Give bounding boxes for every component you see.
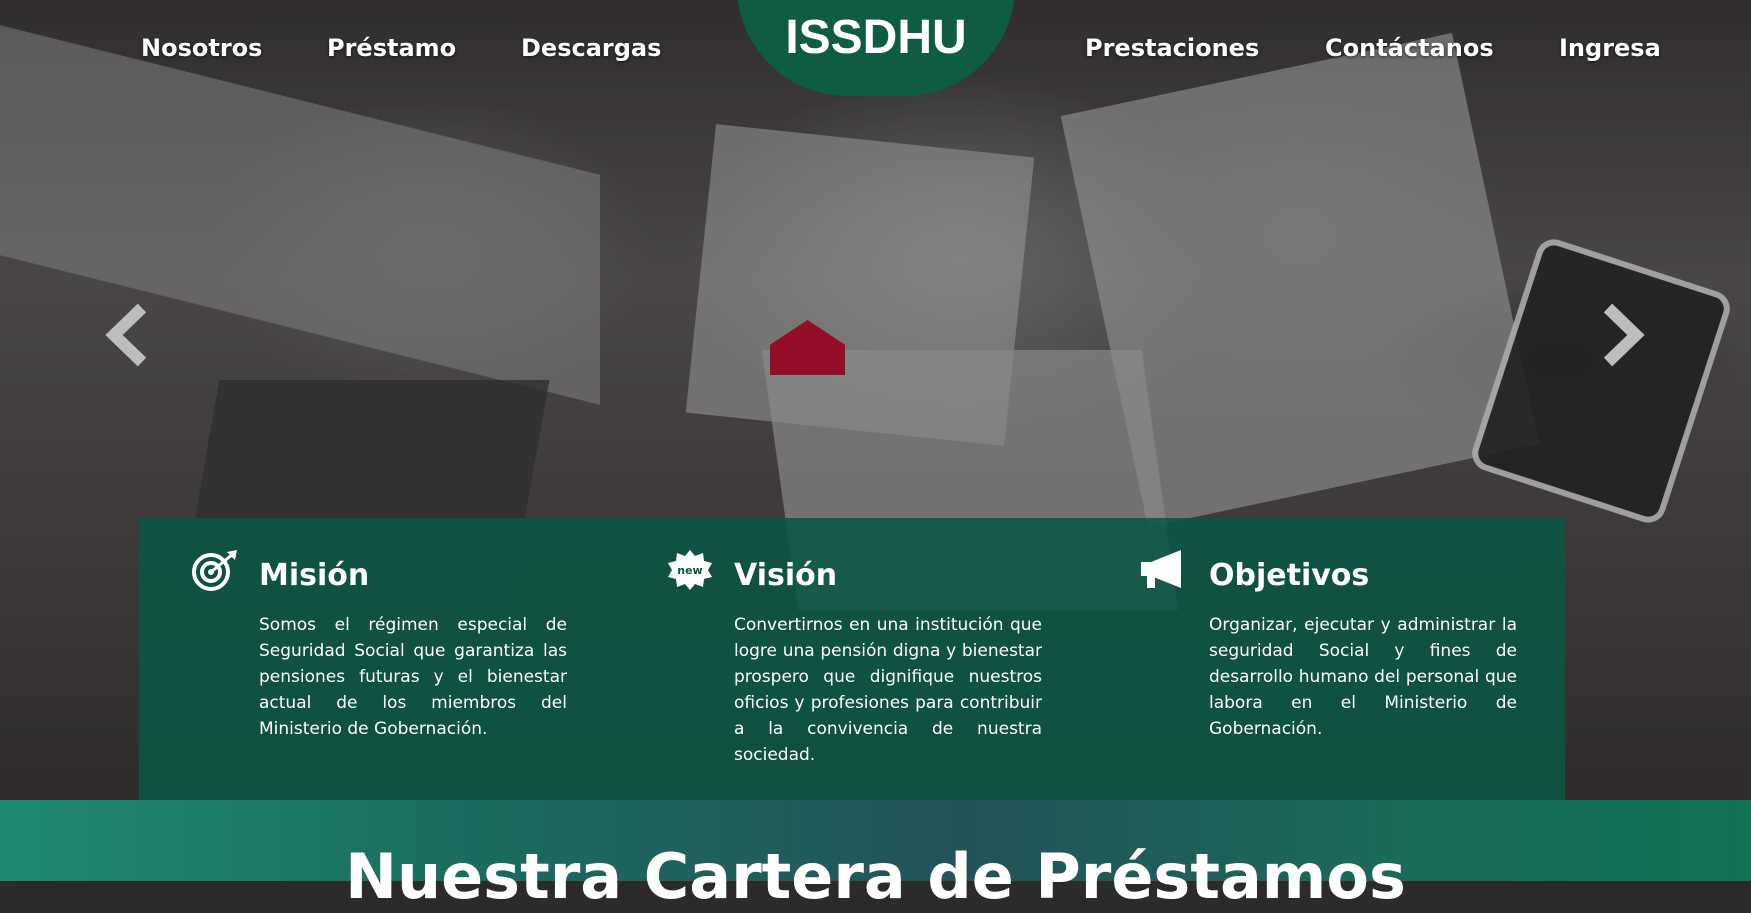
hero-carousel: Nosotros Préstamo Descargas Prestaciones… [0,0,1751,800]
vision-text: Convertirnos en una institución que logr… [734,615,1042,765]
mission-text: Somos el régimen especial de Seguridad S… [259,615,567,739]
logo-text: ISSDHU [785,11,967,64]
target-icon [189,548,241,592]
megaphone-icon [1139,548,1191,592]
objectives-text: Organizar, ejecutar y administrar la seg… [1209,615,1517,739]
carousel-prev-button[interactable] [100,300,160,370]
loans-section-heading: Nuestra Cartera de Préstamos [345,840,1406,913]
chevron-left-icon [105,303,147,367]
nav-item-nosotros[interactable]: Nosotros [141,34,262,62]
nav-item-prestamo[interactable]: Préstamo [327,34,456,62]
new-badge-icon: new [664,548,716,592]
nav-item-ingresa[interactable]: Ingresa [1559,34,1661,62]
nav-item-contactanos[interactable]: Contáctanos [1325,34,1494,62]
nav-item-descargas[interactable]: Descargas [521,34,661,62]
new-badge-text: new [677,564,702,577]
loans-section: Nuestra Cartera de Préstamos [0,800,1751,913]
chevron-right-icon [1603,303,1645,367]
info-panel: Misión Somos el régimen especial de Segu… [139,518,1565,800]
nav-item-prestaciones[interactable]: Prestaciones [1085,34,1259,62]
objectives-title: Objetivos [1209,558,1370,593]
vision-title: Visión [734,558,838,593]
carousel-next-button[interactable] [1590,300,1650,370]
mission-title: Misión [259,558,370,593]
